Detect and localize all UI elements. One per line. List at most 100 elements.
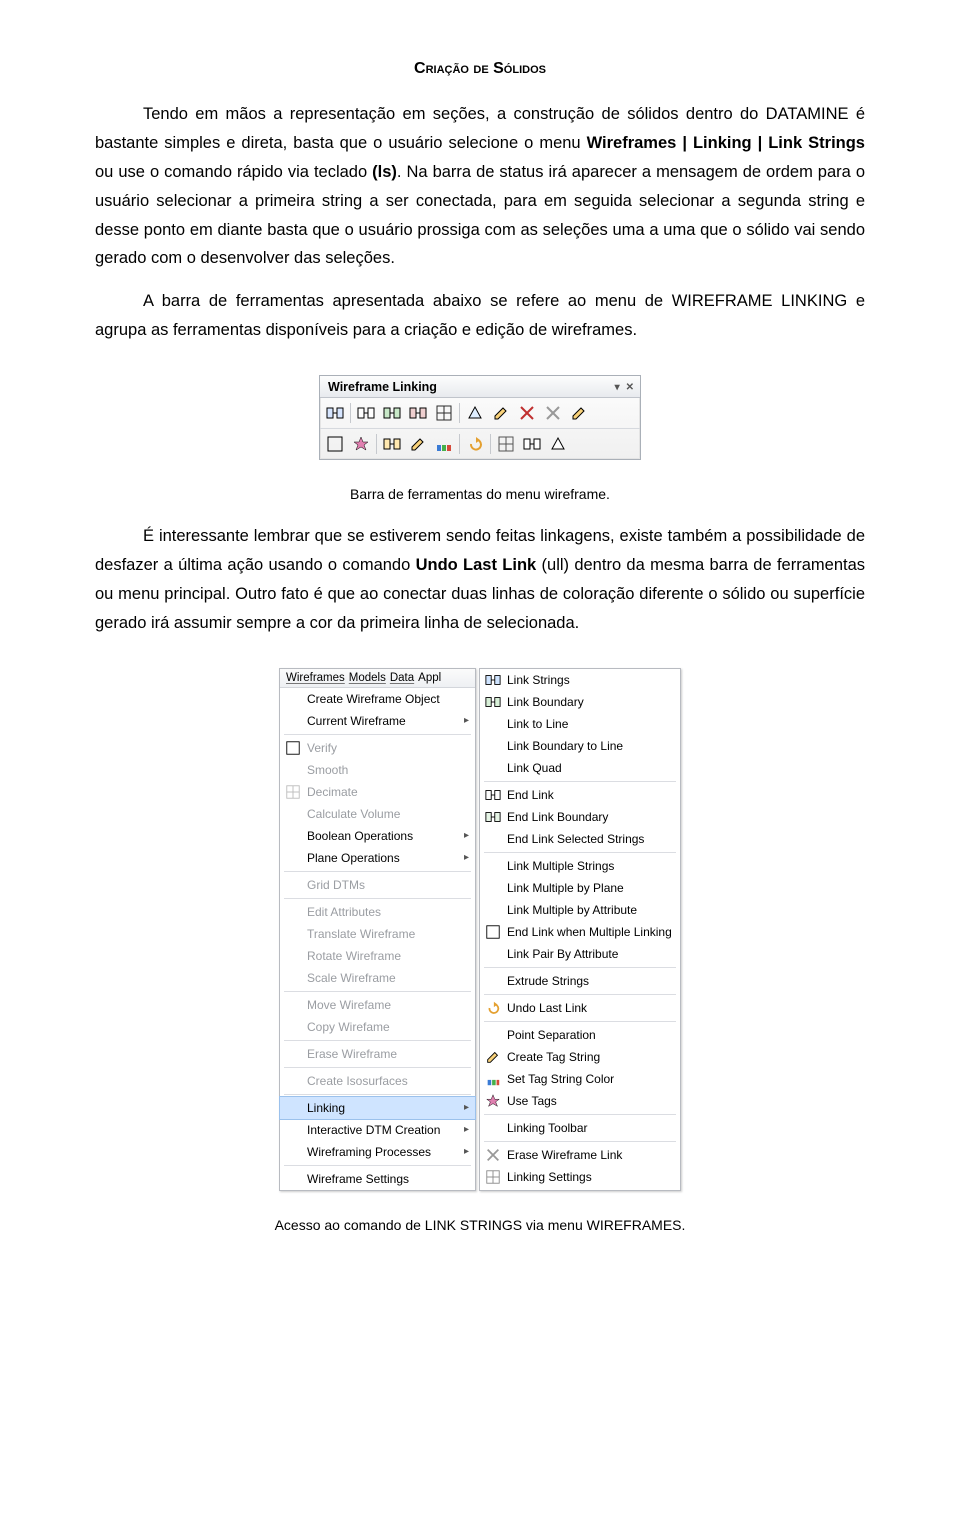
link-quad-icon[interactable]: [431, 401, 457, 425]
menu-item-current-wireframe[interactable]: Current Wireframe▸: [280, 710, 475, 732]
menu-item-wireframing-processes[interactable]: Wireframing Processes▸: [280, 1141, 475, 1163]
menu-item-calculate-volume: Calculate Volume: [280, 803, 475, 825]
menu-item-icon: [285, 850, 301, 866]
menu-item-icon: [285, 1046, 301, 1062]
delete-x-icon[interactable]: [514, 401, 540, 425]
menu-item-boolean-operations[interactable]: Boolean Operations▸: [280, 825, 475, 847]
menu-item-label: Erase Wireframe Link: [507, 1148, 674, 1162]
menu-item-link-boundary-to-line[interactable]: Link Boundary to Line: [480, 735, 680, 757]
menu-item-create-isosurfaces: Create Isosurfaces: [280, 1070, 475, 1092]
tool-c-icon[interactable]: [379, 432, 405, 456]
menu-item-icon: [285, 740, 301, 756]
menu-item-label: Create Isosurfaces: [307, 1074, 469, 1088]
extrude-icon[interactable]: [462, 401, 488, 425]
undo-icon[interactable]: [462, 432, 488, 456]
menu-item-set-tag-string-color[interactable]: Set Tag String Color: [480, 1068, 680, 1090]
menu-item-link-boundary[interactable]: Link Boundary: [480, 691, 680, 713]
mesh-icon[interactable]: [545, 432, 571, 456]
link-boundary-icon[interactable]: [379, 401, 405, 425]
menu-item-link-quad[interactable]: Link Quad: [480, 757, 680, 779]
menu-item-link-multiple-by-attribute[interactable]: Link Multiple by Attribute: [480, 899, 680, 921]
menu-item-undo-last-link[interactable]: Undo Last Link: [480, 997, 680, 1019]
link-to-line-icon[interactable]: [405, 401, 431, 425]
menu-item-icon: [285, 997, 301, 1013]
menu-item-link-strings[interactable]: Link Strings: [480, 669, 680, 691]
menu-item-extrude-strings[interactable]: Extrude Strings: [480, 970, 680, 992]
menu-item-icon: [485, 716, 501, 732]
menu-item-link-multiple-strings[interactable]: Link Multiple Strings: [480, 855, 680, 877]
menu-item-label: Link Boundary to Line: [507, 739, 674, 753]
menu-item-erase-wireframe-link[interactable]: Erase Wireframe Link: [480, 1144, 680, 1166]
menu-item-label: Linking: [307, 1101, 458, 1115]
menu-item-icon: [485, 1147, 501, 1163]
menu-item-label: Link Strings: [507, 673, 674, 687]
menu-item-icon: [485, 1071, 501, 1087]
tool-a-icon[interactable]: [322, 432, 348, 456]
menu-item-create-wireframe-object[interactable]: Create Wireframe Object: [280, 688, 475, 710]
menu-item-icon: [485, 694, 501, 710]
menu-item-decimate: Decimate: [280, 781, 475, 803]
menubar-wireframes[interactable]: Wireframes: [286, 672, 345, 684]
wireframe-linking-toolbar: Wireframe Linking ▾ ✕: [319, 375, 641, 460]
menu-item-icon: [285, 1100, 301, 1116]
menu-item-label: Link to Line: [507, 717, 674, 731]
menu-item-label: Extrude Strings: [507, 974, 674, 988]
paragraph-1: Tendo em mãos a representação em seções,…: [95, 100, 865, 273]
menu-item-translate-wireframe: Translate Wireframe: [280, 923, 475, 945]
menu-item-icon: [285, 926, 301, 942]
link-pair-icon[interactable]: [519, 432, 545, 456]
grid-icon[interactable]: [493, 432, 519, 456]
tool-b-icon[interactable]: [348, 432, 374, 456]
menu-item-label: Link Multiple Strings: [507, 859, 674, 873]
menu-figure: Wireframes Models Data Appl Create Wiref…: [95, 668, 865, 1191]
tool-color-icon[interactable]: [431, 432, 457, 456]
menu-item-end-link-boundary[interactable]: End Link Boundary: [480, 806, 680, 828]
menu-item-icon: [485, 1169, 501, 1185]
menubar-data[interactable]: Data: [390, 672, 414, 684]
menu-item-erase-wireframe: Erase Wireframe: [280, 1043, 475, 1065]
toolbar-dropdown-icon[interactable]: ▾: [615, 382, 620, 393]
menu-item-end-link[interactable]: End Link: [480, 784, 680, 806]
menu-item-icon: [285, 691, 301, 707]
menu-item-icon: [485, 831, 501, 847]
menu-item-link-multiple-by-plane[interactable]: Link Multiple by Plane: [480, 877, 680, 899]
menu-item-interactive-dtm-creation[interactable]: Interactive DTM Creation▸: [280, 1119, 475, 1141]
menu-item-label: Smooth: [307, 763, 469, 777]
menu-item-icon: [285, 784, 301, 800]
menu-item-end-link-selected-strings[interactable]: End Link Selected Strings: [480, 828, 680, 850]
menu-item-icon: [485, 946, 501, 962]
menu-item-label: Erase Wireframe: [307, 1047, 469, 1061]
link-strings-icon[interactable]: [322, 401, 348, 425]
end-link-icon[interactable]: [353, 401, 379, 425]
pen-icon[interactable]: [566, 401, 592, 425]
toolbar-close-icon[interactable]: ✕: [626, 382, 634, 393]
menu-item-label: Translate Wireframe: [307, 927, 469, 941]
gray-x-icon[interactable]: [540, 401, 566, 425]
menubar-models[interactable]: Models: [349, 672, 386, 684]
menu-item-link-pair-by-attribute[interactable]: Link Pair By Attribute: [480, 943, 680, 965]
menu-item-label: Undo Last Link: [507, 1001, 674, 1015]
menu-item-linking[interactable]: Linking▸: [279, 1096, 476, 1120]
menu-item-icon: [485, 1120, 501, 1136]
menu-item-link-to-line[interactable]: Link to Line: [480, 713, 680, 735]
menu-item-wireframe-settings[interactable]: Wireframe Settings: [280, 1168, 475, 1190]
tool-d-icon[interactable]: [405, 432, 431, 456]
menu-item-icon: [485, 902, 501, 918]
menubar-appl[interactable]: Appl: [418, 672, 441, 684]
menu-item-linking-settings[interactable]: Linking Settings: [480, 1166, 680, 1188]
toolbar-title-text: Wireframe Linking: [328, 380, 437, 394]
paragraph-2: A barra de ferramentas apresentada abaix…: [95, 287, 865, 345]
menu-item-icon: [285, 948, 301, 964]
toolbar-figure: Wireframe Linking ▾ ✕: [95, 375, 865, 460]
menu-item-label: Link Quad: [507, 761, 674, 775]
menu-item-plane-operations[interactable]: Plane Operations▸: [280, 847, 475, 869]
menu-item-icon: [485, 738, 501, 754]
menu-item-end-link-when-multiple-linking[interactable]: End Link when Multiple Linking: [480, 921, 680, 943]
edit-icon[interactable]: [488, 401, 514, 425]
menu-item-create-tag-string[interactable]: Create Tag String: [480, 1046, 680, 1068]
menu-item-point-separation[interactable]: Point Separation: [480, 1024, 680, 1046]
menu-item-icon: [485, 924, 501, 940]
menu-item-use-tags[interactable]: Use Tags: [480, 1090, 680, 1112]
menu-item-label: Current Wireframe: [307, 714, 458, 728]
menu-item-linking-toolbar[interactable]: Linking Toolbar: [480, 1117, 680, 1139]
